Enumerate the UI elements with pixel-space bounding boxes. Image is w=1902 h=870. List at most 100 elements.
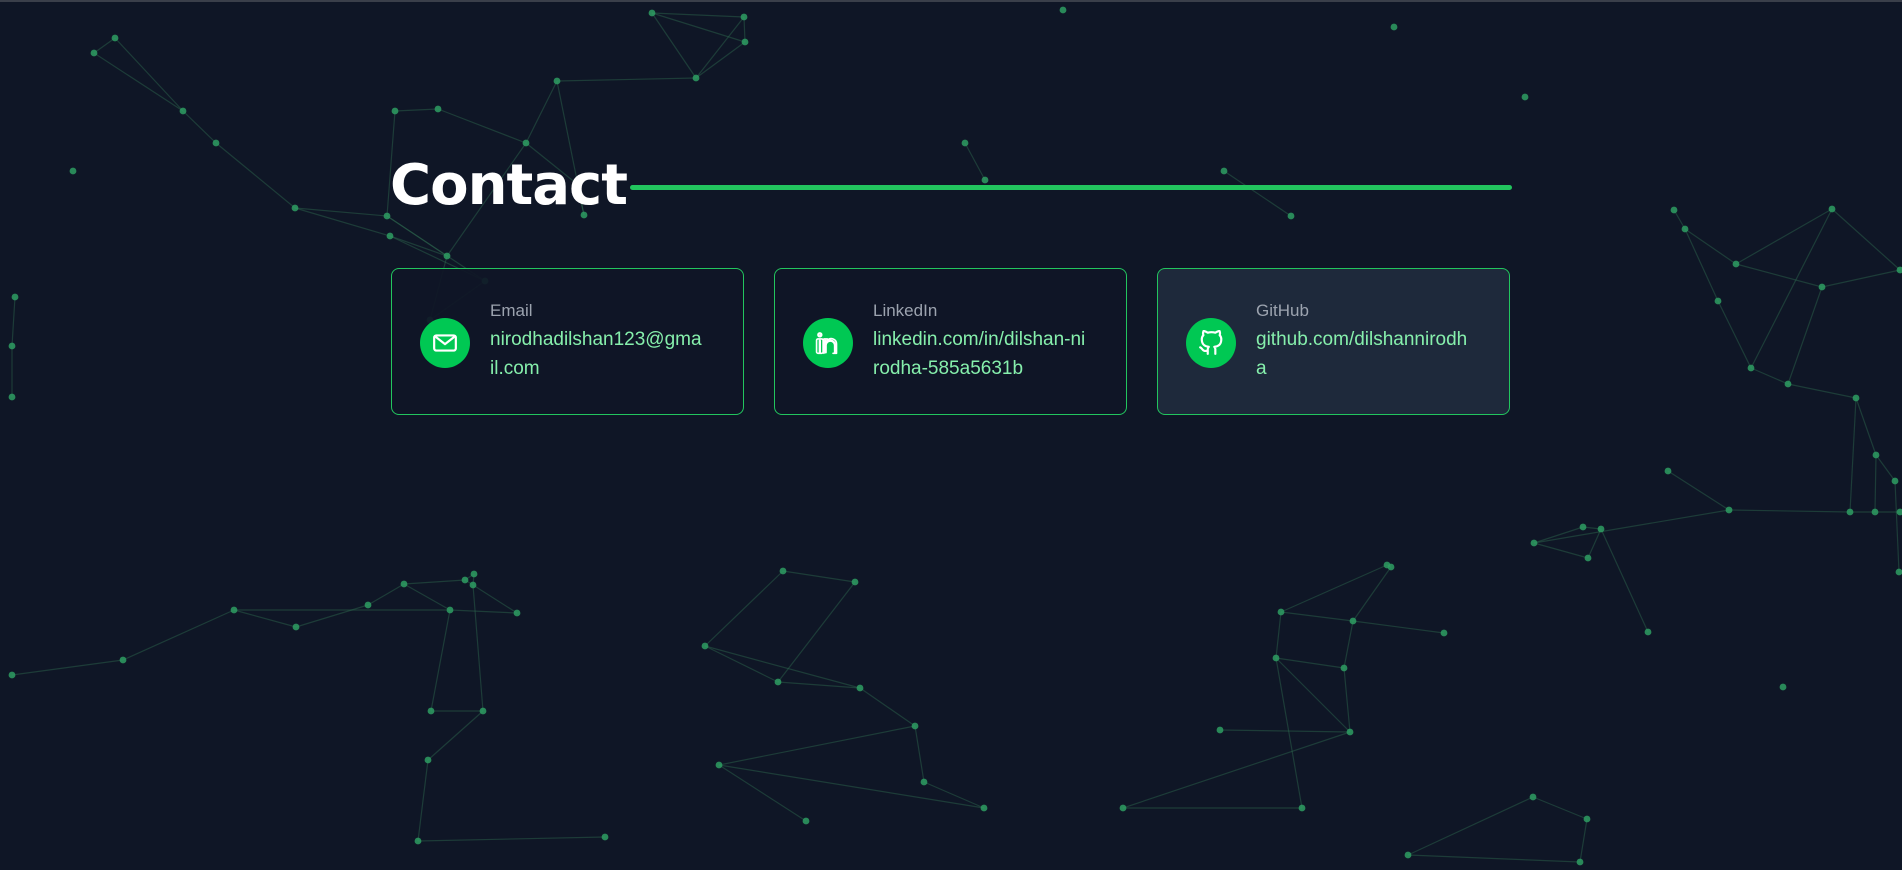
network-link — [914, 725, 925, 783]
network-node — [601, 833, 609, 841]
network-link — [1787, 383, 1857, 399]
network-link — [114, 37, 184, 112]
contact-cards: Email nirodhadilshan123@gmail.com Linked… — [391, 268, 1510, 415]
network-node — [741, 38, 749, 46]
network-link — [122, 609, 235, 661]
network-link — [1532, 796, 1588, 820]
network-node — [980, 804, 988, 812]
network-link — [1407, 796, 1534, 856]
contact-card-text: GitHub github.com/dilshannirodha — [1256, 301, 1471, 383]
network-node — [119, 656, 127, 664]
network-link — [1735, 263, 1823, 288]
network-link — [525, 80, 558, 144]
network-node — [1714, 297, 1722, 305]
network-node — [1747, 364, 1755, 372]
network-link — [472, 584, 484, 712]
network-link — [556, 77, 697, 82]
network-link — [93, 52, 184, 112]
network-node — [692, 74, 700, 82]
contact-label-linkedin: LinkedIn — [873, 300, 938, 320]
network-node — [69, 167, 77, 175]
network-link — [1728, 509, 1851, 513]
contact-card-text: Email nirodhadilshan123@gmail.com — [490, 301, 705, 383]
network-link — [1821, 269, 1901, 288]
network-link — [1343, 620, 1354, 669]
network-node — [443, 252, 451, 260]
contact-card-github[interactable]: GitHub github.com/dilshannirodha — [1157, 268, 1510, 415]
network-node — [1895, 568, 1902, 576]
network-node — [553, 77, 561, 85]
network-node — [740, 13, 748, 21]
network-node — [774, 678, 782, 686]
network-node — [1390, 23, 1398, 31]
network-link — [1533, 509, 1730, 544]
network-link — [215, 142, 296, 209]
contact-section: Contact Email nirodhadilshan123@gmail.co… — [390, 150, 1512, 415]
network-link — [182, 110, 217, 144]
network-node — [1521, 93, 1529, 101]
network-link — [403, 579, 466, 585]
network-node — [1681, 225, 1689, 233]
network-node — [1584, 554, 1592, 562]
network-link — [1533, 526, 1584, 544]
network-node — [111, 34, 119, 42]
network-link — [743, 16, 746, 43]
network-node — [424, 756, 432, 764]
network-node — [1404, 851, 1412, 859]
network-link — [1275, 657, 1345, 669]
network-node — [434, 105, 442, 113]
network-link — [718, 725, 916, 766]
network-node — [292, 623, 300, 631]
network-node — [920, 778, 928, 786]
contact-label-email: Email — [490, 300, 533, 320]
network-node — [911, 722, 919, 730]
network-node — [1298, 804, 1306, 812]
network-nodes — [8, 6, 1902, 866]
network-node — [461, 576, 469, 584]
network-node — [701, 642, 709, 650]
network-node — [522, 139, 530, 147]
section-title: Contact — [390, 153, 628, 218]
network-node — [391, 107, 399, 115]
network-node — [8, 342, 16, 350]
linkedin-link[interactable]: linkedin.com/in/dilshan-nirodha-585a5631… — [873, 325, 1088, 383]
contact-card-email[interactable]: Email nirodhadilshan123@gmail.com — [391, 268, 744, 415]
network-link — [233, 609, 297, 628]
network-node — [1530, 539, 1538, 547]
network-node — [479, 707, 487, 715]
network-node — [856, 684, 864, 692]
network-link — [1600, 528, 1649, 633]
github-link[interactable]: github.com/dilshannirodha — [1256, 325, 1471, 383]
network-link — [704, 570, 784, 647]
network-link — [1750, 367, 1789, 385]
section-header: Contact — [390, 150, 1512, 240]
network-node — [1725, 506, 1733, 514]
network-link — [1533, 542, 1589, 559]
email-link[interactable]: nirodhadilshan123@gmail.com — [490, 325, 705, 383]
network-node — [1670, 206, 1678, 214]
network-link — [1831, 208, 1901, 271]
contact-label-github: GitHub — [1256, 300, 1309, 320]
network-node — [364, 601, 372, 609]
network-node — [851, 578, 859, 586]
network-link — [1280, 611, 1354, 622]
network-link — [651, 12, 697, 79]
network-link — [651, 12, 745, 18]
contact-card-linkedin[interactable]: LinkedIn linkedin.com/in/dilshan-nirodha… — [774, 268, 1127, 415]
network-link — [1343, 667, 1351, 733]
network-link — [1280, 564, 1388, 613]
github-icon — [1186, 317, 1236, 368]
mail-icon — [420, 317, 470, 368]
network-link — [1219, 729, 1351, 733]
network-link — [782, 570, 856, 583]
network-link — [449, 609, 518, 614]
network-node — [1779, 683, 1787, 691]
network-link — [417, 759, 429, 842]
network-links — [11, 12, 1901, 863]
network-link — [437, 108, 527, 144]
network-link — [93, 37, 116, 54]
network-link — [704, 645, 779, 683]
network-node — [1340, 664, 1348, 672]
network-node — [1644, 628, 1652, 636]
network-link — [1122, 731, 1351, 809]
